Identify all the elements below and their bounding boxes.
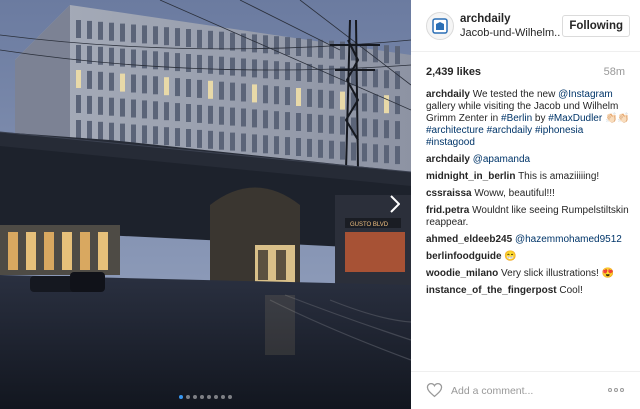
hashtag-link[interactable]: #archdaily — [487, 125, 533, 136]
comment-username[interactable]: cssraissa — [426, 188, 472, 199]
list-item: berlinfoodguide 😁 — [426, 251, 630, 263]
next-photo-button[interactable] — [385, 192, 405, 216]
caption-text: We tested the new — [469, 89, 559, 100]
post-footer — [411, 371, 640, 409]
dot-icon — [608, 388, 612, 392]
chevron-right-icon — [390, 195, 400, 213]
carousel-dot[interactable] — [193, 395, 197, 399]
archdaily-logo-icon — [432, 18, 448, 34]
comment-text: Very slick illustrations! 😍 — [501, 268, 615, 279]
comment-text: This is amaziiiiing! — [518, 171, 600, 182]
carousel-dot[interactable] — [186, 395, 190, 399]
dot-icon — [620, 388, 624, 392]
svg-text:GUSTO BLVD: GUSTO BLVD — [350, 222, 389, 228]
caption-username[interactable]: archdaily — [426, 89, 470, 100]
mention-link[interactable]: @apamanda — [473, 154, 530, 165]
mention-link[interactable]: @hazemmohamed9512 — [515, 234, 622, 245]
list-item: archdaily @apamanda — [426, 154, 630, 166]
list-item: cssraissa Woww, beautiful!!! — [426, 188, 630, 200]
post-username[interactable]: archdaily — [460, 13, 511, 25]
caption-text: by — [532, 113, 549, 124]
carousel-dot[interactable] — [207, 395, 211, 399]
comment-username[interactable]: berlinfoodguide — [426, 251, 502, 262]
post-time[interactable]: 58m — [604, 66, 625, 78]
carousel-dot[interactable] — [179, 395, 183, 399]
photo-scene: GUSTO BLVD — [0, 0, 411, 409]
more-options-icon[interactable] — [608, 385, 625, 395]
list-item: instance_of_the_fingerpost Cool! — [426, 285, 630, 297]
following-button[interactable]: Following — [562, 15, 630, 37]
list-item: ahmed_eldeeb245 @hazemmohamed9512 — [426, 234, 630, 246]
avatar[interactable] — [426, 12, 454, 40]
post-photo[interactable]: GUSTO BLVD — [0, 0, 411, 409]
comment-username[interactable]: frid.petra — [426, 205, 469, 216]
list-item: woodie_milano Very slick illustrations! … — [426, 268, 630, 280]
carousel-dot[interactable] — [200, 395, 204, 399]
caption-text: 👏🏻👏🏻 — [602, 113, 630, 124]
heart-icon[interactable] — [426, 382, 443, 398]
comments-list: archdaily We tested the new @Instagram g… — [426, 89, 630, 302]
comment-username[interactable]: archdaily — [426, 154, 470, 165]
post-panel: archdaily Jacob-und-Wilhelm.. Following … — [411, 0, 640, 409]
list-item: midnight_in_berlin This is amaziiiiing! — [426, 171, 630, 183]
hashtag-link[interactable]: #Berlin — [501, 113, 532, 124]
post-location[interactable]: Jacob-und-Wilhelm.. — [460, 27, 560, 39]
list-item: frid.petra Wouldnt like seeing Rumpelsti… — [426, 205, 630, 229]
hashtag-link[interactable]: #iphonesia — [535, 125, 583, 136]
comment-text: Cool! — [559, 285, 583, 296]
comment-text: 😁 — [504, 251, 517, 262]
comment-username[interactable]: woodie_milano — [426, 268, 498, 279]
hashtag-link[interactable]: #MaxDudler — [548, 113, 602, 124]
comment-username[interactable]: midnight_in_berlin — [426, 171, 515, 182]
carousel-dot[interactable] — [214, 395, 218, 399]
post-meta: 2,439 likes 58m — [426, 66, 625, 80]
post-header: archdaily Jacob-und-Wilhelm.. Following — [411, 0, 640, 52]
caption: archdaily We tested the new @Instagram g… — [426, 89, 630, 149]
carousel-dot[interactable] — [221, 395, 225, 399]
comment-username[interactable]: ahmed_eldeeb245 — [426, 234, 512, 245]
likes-count[interactable]: 2,439 likes — [426, 66, 481, 78]
dot-icon — [614, 388, 618, 392]
add-comment-input[interactable] — [451, 382, 601, 399]
carousel-dot[interactable] — [228, 395, 232, 399]
hashtag-link[interactable]: #instagood — [426, 137, 475, 148]
hashtag-link[interactable]: #architecture — [426, 125, 484, 136]
comment-text: Woww, beautiful!!! — [474, 188, 555, 199]
mention-link[interactable]: @Instagram — [558, 89, 613, 100]
comment-username[interactable]: instance_of_the_fingerpost — [426, 285, 557, 296]
carousel-dots — [0, 395, 411, 399]
